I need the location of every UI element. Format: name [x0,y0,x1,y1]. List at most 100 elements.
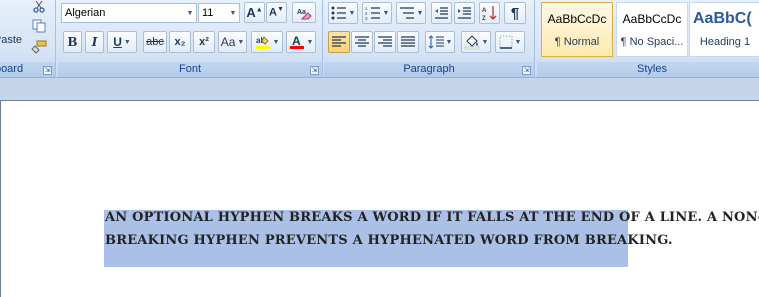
clipboard-dialog-launcher[interactable]: ⇲ [43,66,52,75]
bold-label: B [67,35,78,49]
styles-group-label: Styles [537,62,759,77]
ribbon: Paste Clipboard ⇲ Algerian ▼ 11 [0,0,759,78]
chevron-down-icon[interactable]: ▼ [515,39,522,46]
grow-font-icon: A▲ [246,5,263,20]
bullets-icon [331,6,347,20]
chevron-down-icon[interactable]: ▼ [446,39,453,46]
align-left-button[interactable] [328,31,350,53]
text-highlight-button[interactable]: ab ▼ [251,31,283,53]
paint-bucket-icon [464,34,480,50]
paragraph-group: ▼ 123 ▼ ▼ AZ ¶ ▼ ▼ ▼ Paragraph ⇲ [324,0,535,78]
styles-group: AaBbCcDc ¶ Normal AaBbCcDc ¶ No Spaci...… [537,0,759,78]
superscript-button[interactable]: x² [193,31,215,53]
font-dialog-launcher[interactable]: ⇲ [310,66,319,75]
align-right-button[interactable] [374,31,396,53]
style-name: Heading 1 [699,36,751,48]
svg-text:A: A [482,8,487,14]
chevron-down-icon[interactable]: ▼ [417,10,424,17]
align-right-icon [378,36,392,48]
document-page[interactable] [0,100,759,297]
pilcrow-icon: ¶ [510,4,520,22]
chevron-down-icon[interactable]: ▼ [349,10,356,17]
chevron-down-icon[interactable]: ▼ [124,39,131,46]
clear-formatting-icon: Aa [296,5,312,21]
grow-font-button[interactable]: A▲ [244,2,265,23]
line-spacing-button[interactable]: ▼ [425,31,455,53]
clipboard-group: Paste Clipboard ⇲ [0,0,56,78]
strikethrough-button[interactable]: abc [143,31,167,53]
format-painter-button[interactable] [28,38,50,56]
chevron-down-icon[interactable]: ▼ [383,10,390,17]
style-no-spacing[interactable]: AaBbCcDc ¶ No Spaci... [616,2,688,57]
underline-label: U [113,35,122,49]
justify-icon [401,36,415,48]
font-size-combo[interactable]: 11 ▼ [198,3,240,23]
scissors-icon [33,1,45,13]
font-name-combo[interactable]: Algerian ▼ [61,3,197,23]
style-sample: AaBbCcDc [622,12,682,26]
format-painter-icon [31,40,47,54]
multilevel-list-icon [399,6,415,20]
decrease-indent-button[interactable] [431,2,452,24]
font-group-label: Font [58,62,322,77]
increase-indent-icon [457,6,472,20]
document-text-line[interactable]: An optional hyphen breaks a word if it f… [105,210,759,225]
sort-button[interactable]: AZ [479,2,500,24]
font-color-button[interactable]: A ▼ [286,31,316,53]
underline-button[interactable]: U ▼ [107,31,137,53]
copy-icon [32,19,46,33]
cut-button[interactable] [28,0,50,14]
borders-icon [499,35,513,49]
style-heading-1[interactable]: AaBbC( Heading 1 [689,2,759,57]
subscript-label: x₂ [174,36,186,48]
shading-button[interactable]: ▼ [461,31,491,53]
bullets-button[interactable]: ▼ [328,2,358,24]
justify-button[interactable] [397,31,419,53]
chevron-down-icon[interactable]: ▼ [184,4,196,22]
svg-text:Z: Z [482,16,486,21]
align-center-button[interactable] [351,31,373,53]
chevron-down-icon[interactable]: ▼ [273,39,280,46]
paragraph-dialog-launcher[interactable]: ⇲ [522,66,531,75]
increase-indent-button[interactable] [454,2,475,24]
highlighter-icon: ab [255,34,271,50]
clear-formatting-button[interactable]: Aa [292,2,316,23]
font-size-value: 11 [202,7,214,19]
svg-text:A: A [292,34,301,48]
style-sample: AaBbC( [693,10,752,27]
sort-icon: AZ [482,5,497,21]
chevron-down-icon[interactable]: ▼ [227,4,239,22]
align-left-icon [332,36,346,48]
font-color-icon: A [289,34,305,50]
italic-label: I [91,35,98,49]
change-case-label: Aa [220,35,236,49]
borders-button[interactable]: ▼ [495,31,525,53]
shrink-font-button[interactable]: A▼ [266,2,287,23]
subscript-button[interactable]: x₂ [169,31,191,53]
paste-button[interactable]: Paste [0,0,24,60]
chevron-down-icon[interactable]: ▼ [237,39,244,46]
italic-button[interactable]: I [85,31,104,53]
strikethrough-label: abc [146,36,164,48]
show-formatting-marks-button[interactable]: ¶ [504,2,526,24]
document-text-line[interactable]: breaking hyphen prevents a hyphenated wo… [105,233,673,248]
numbering-button[interactable]: 123 ▼ [362,2,392,24]
copy-button[interactable] [28,17,50,35]
decrease-indent-icon [434,6,449,20]
paragraph-group-label: Paragraph [324,62,534,77]
numbering-icon: 123 [365,6,381,20]
style-sample: AaBbCcDc [547,12,607,26]
chevron-down-icon[interactable]: ▼ [482,39,489,46]
svg-text:Aa: Aa [297,9,306,16]
style-name: ¶ No Spaci... [620,36,684,48]
change-case-button[interactable]: Aa ▼ [218,31,247,53]
font-name-value: Algerian [65,7,106,19]
paste-label: Paste [0,34,22,46]
shrink-font-icon: A▼ [269,6,284,19]
chevron-down-icon[interactable]: ▼ [307,39,314,46]
align-center-icon [355,36,369,48]
multilevel-list-button[interactable]: ▼ [396,2,426,24]
line-spacing-icon [428,35,444,49]
style-normal[interactable]: AaBbCcDc ¶ Normal [541,2,613,57]
bold-button[interactable]: B [63,31,82,53]
